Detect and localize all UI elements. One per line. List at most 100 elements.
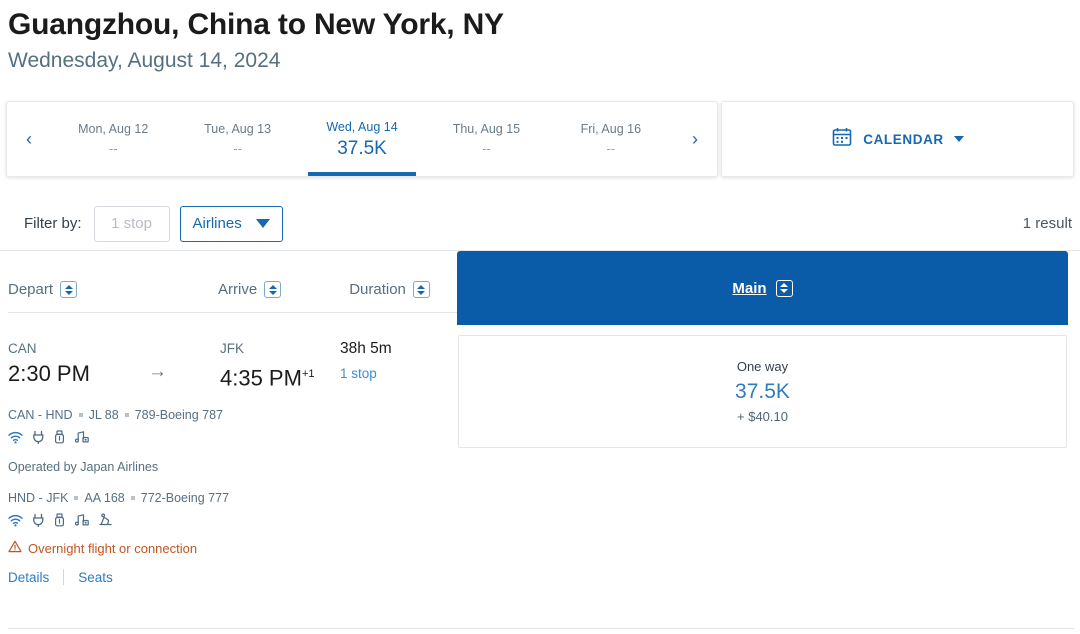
duration-total: 38h 5m	[340, 340, 392, 357]
wifi-icon	[8, 514, 23, 527]
bottom-divider	[8, 628, 1074, 629]
sort-duration[interactable]: Duration	[349, 281, 430, 298]
operated-by-text: Operated by Japan Airlines	[8, 460, 159, 475]
segment-2: HND - JFK AA 168 772-Boeing 777	[8, 489, 457, 528]
usb-icon	[54, 513, 65, 527]
separator-dot-icon	[74, 496, 79, 501]
fare-class-header-label: Main	[732, 279, 767, 297]
arrive-time: 4:35 PM+1	[220, 359, 332, 393]
overnight-warning: Overnight flight or connection	[8, 540, 457, 558]
sort-depart-label: Depart	[8, 281, 54, 298]
page-subtitle-date: Wednesday, August 14, 2024	[8, 49, 281, 72]
arrive-time-value: 4:35 PM	[220, 365, 302, 391]
page-title: Guangzhou, China to New York, NY	[8, 8, 504, 41]
arrive-airport-code: JFK	[220, 341, 245, 356]
filter-chip-stops-label: 1 stop	[111, 215, 152, 232]
results-section: Depart Arrive Duration Main CAN 2:30 PM …	[0, 251, 1080, 586]
date-tab-price: --	[233, 141, 242, 156]
calendar-button[interactable]: CALENDAR	[831, 126, 964, 153]
result-count: 1 result	[1022, 215, 1072, 232]
date-tab-price: --	[108, 141, 118, 156]
sort-depart[interactable]: Depart	[8, 281, 78, 298]
link-divider	[63, 569, 65, 586]
arrow-right-icon: →	[148, 361, 167, 382]
stops-link[interactable]: 1 stop	[340, 359, 392, 389]
depart-airport-code: CAN	[8, 341, 37, 356]
date-tab-fri-aug-16[interactable]: Fri, Aug 16 --	[549, 102, 673, 176]
segment-2-flight-number: AA 168	[84, 491, 125, 506]
date-tab-price: --	[606, 141, 616, 156]
sort-toggle-icon[interactable]	[412, 281, 430, 298]
chevron-down-icon	[953, 136, 964, 142]
details-link[interactable]: Details	[8, 570, 49, 585]
date-tab-label: Thu, Aug 15	[452, 122, 521, 136]
date-tab-mon-aug-12[interactable]: Mon, Aug 12 --	[51, 102, 175, 176]
segment-1-aircraft: 789-Boeing 787	[134, 408, 223, 423]
calendar-icon	[831, 126, 853, 153]
entertainment-icon	[74, 513, 89, 527]
date-tab-tue-aug-13[interactable]: Tue, Aug 13 --	[175, 102, 299, 176]
duration-block: 38h 5m 1 stop	[340, 339, 392, 389]
date-cells: Mon, Aug 12 -- Tue, Aug 13 -- Wed, Aug 1…	[51, 102, 673, 176]
date-tab-price: --	[482, 141, 491, 156]
arrive-block: JFK 4:35 PM+1	[220, 339, 332, 393]
date-strip-wrapper: ‹ Mon, Aug 12 -- Tue, Aug 13 -- Wed, Aug…	[0, 101, 1080, 177]
prev-dates-button[interactable]: ‹	[7, 102, 51, 176]
date-tab-label: Wed, Aug 14	[326, 120, 398, 134]
next-dates-button[interactable]: ›	[673, 102, 717, 176]
sort-toggle-icon[interactable]	[775, 279, 793, 297]
sort-duration-label: Duration	[349, 281, 406, 298]
fare-taxes: + $40.10	[737, 408, 788, 424]
filter-chip-stops[interactable]: 1 stop	[93, 205, 170, 242]
filter-bar: Filter by: 1 stop Airlines 1 result	[0, 197, 1080, 251]
calendar-panel: CALENDAR	[721, 101, 1074, 177]
segment-1-amenities	[8, 430, 457, 445]
chevron-down-icon	[255, 219, 270, 228]
power-icon	[32, 430, 45, 445]
fare-trip-type: One way	[736, 358, 789, 374]
result-action-links: Details Seats	[8, 569, 457, 586]
itinerary-details: CAN 2:30 PM → JFK 4:35 PM+1 38h 5m 1 sto…	[8, 339, 457, 586]
lie-flat-seat-icon	[98, 513, 113, 527]
warning-triangle-icon	[8, 540, 22, 558]
depart-time: 2:30 PM	[8, 361, 90, 386]
itinerary-times: CAN 2:30 PM → JFK 4:35 PM+1 38h 5m 1 sto…	[8, 339, 457, 393]
overnight-warning-text: Overnight flight or connection	[28, 541, 198, 557]
arrive-day-offset: +1	[301, 368, 315, 380]
sort-arrive-label: Arrive	[218, 281, 258, 298]
seats-link[interactable]: Seats	[78, 570, 113, 585]
filter-chip-airlines[interactable]: Airlines	[179, 205, 283, 242]
flight-results-page: Guangzhou, China to New York, NY Wednesd…	[0, 0, 1080, 634]
results-header-row: Depart Arrive Duration Main	[8, 251, 1074, 327]
depart-block: CAN 2:30 PM	[8, 339, 112, 389]
date-tab-wed-aug-14[interactable]: Wed, Aug 14 37.5K	[300, 102, 424, 176]
segment-1: CAN - HND JL 88 789-Boeing 787	[8, 406, 457, 445]
segment-2-amenities	[8, 513, 457, 528]
sort-columns: Depart Arrive Duration	[8, 251, 457, 313]
sort-toggle-icon[interactable]	[264, 281, 282, 298]
fare-class-header-main[interactable]: Main	[457, 251, 1068, 325]
segment-2-route: HND - JFK	[8, 491, 69, 506]
sort-toggle-icon[interactable]	[60, 281, 78, 298]
segment-1-route: CAN - HND	[8, 408, 73, 423]
separator-dot-icon	[78, 413, 83, 418]
date-tab-thu-aug-15[interactable]: Thu, Aug 15 --	[424, 102, 548, 176]
power-icon	[32, 513, 45, 528]
segment-1-flight-number: JL 88	[88, 408, 119, 423]
page-header: Guangzhou, China to New York, NY Wednesd…	[0, 0, 1080, 76]
filter-by-label: Filter by:	[24, 215, 82, 232]
calendar-button-label: CALENDAR	[863, 131, 944, 147]
entertainment-icon	[74, 430, 89, 444]
sort-arrive[interactable]: Arrive	[218, 281, 282, 298]
date-strip: ‹ Mon, Aug 12 -- Tue, Aug 13 -- Wed, Aug…	[6, 101, 718, 177]
fare-card-main[interactable]: One way 37.5K + $40.10	[458, 335, 1067, 448]
fare-column: One way 37.5K + $40.10	[457, 335, 1068, 448]
segment-1-info: CAN - HND JL 88 789-Boeing 787	[8, 406, 457, 424]
segment-2-info: HND - JFK AA 168 772-Boeing 777	[8, 489, 457, 507]
date-tab-label: Tue, Aug 13	[204, 122, 272, 136]
date-tab-price: 37.5K	[337, 138, 387, 159]
wifi-icon	[8, 431, 23, 444]
date-tab-label: Mon, Aug 12	[78, 122, 149, 136]
usb-icon	[54, 430, 65, 444]
separator-dot-icon	[130, 496, 135, 501]
